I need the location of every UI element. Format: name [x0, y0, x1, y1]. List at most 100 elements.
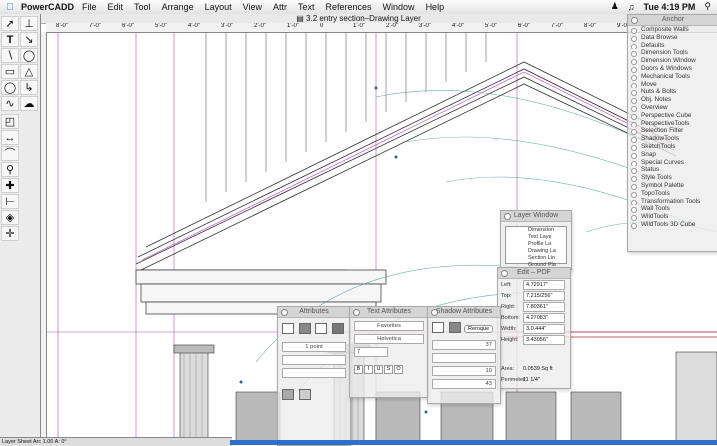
- anchor-item[interactable]: WildTools: [628, 213, 717, 221]
- user-icon[interactable]: ♟: [611, 1, 619, 12]
- app-menu[interactable]: PowerCADD: [21, 2, 74, 12]
- pen-color-swatch[interactable]: [298, 323, 311, 334]
- text-style-button[interactable]: B: [354, 365, 363, 374]
- pen-icon[interactable]: [282, 323, 294, 334]
- apple-icon[interactable]: : [3, 2, 17, 13]
- anchor-item[interactable]: Transformation Tools: [628, 198, 717, 206]
- fill-icon[interactable]: [315, 323, 328, 334]
- callout-tool-icon[interactable]: ◯: [20, 48, 38, 63]
- paint-bucket-icon[interactable]: ◈: [1, 210, 19, 225]
- menu-file[interactable]: File: [82, 2, 97, 12]
- line-tool-icon[interactable]: ∖: [1, 48, 19, 63]
- shadow-blur-slider[interactable]: 10: [432, 366, 496, 376]
- style-set-dropdown[interactable]: Favorites: [354, 321, 424, 331]
- anchor-item[interactable]: Defaults: [628, 42, 717, 50]
- anchor-item[interactable]: TopoTools: [628, 190, 717, 198]
- offset-tool-icon[interactable]: ⊢: [1, 194, 19, 209]
- text-style-button[interactable]: U: [374, 365, 383, 374]
- edit-field-input[interactable]: 4.72917": [523, 279, 565, 290]
- font-dropdown[interactable]: Helvetica: [354, 334, 424, 344]
- edit-field-input[interactable]: 7.215/256": [523, 290, 565, 301]
- volume-icon[interactable]: ♫: [628, 2, 635, 12]
- close-icon[interactable]: [431, 309, 438, 316]
- parallel-line-icon[interactable]: [282, 389, 294, 400]
- shadow-offset-slider[interactable]: 37: [432, 340, 496, 350]
- shadow-opacity-slider[interactable]: 43: [432, 379, 496, 389]
- arrow-style-dropdown[interactable]: [282, 368, 346, 378]
- snap-tool-icon[interactable]: ✚: [1, 178, 19, 193]
- close-icon[interactable]: [504, 213, 511, 220]
- layer-row[interactable]: Drawing La: [506, 248, 566, 255]
- menu-attr[interactable]: Attr: [273, 2, 287, 12]
- arrow-leader-tool-icon[interactable]: ↳: [20, 80, 38, 95]
- rectangle-tool-icon[interactable]: ▭: [1, 64, 19, 79]
- arrow-tool-icon[interactable]: ➚: [1, 16, 19, 31]
- close-icon[interactable]: [353, 309, 360, 316]
- wall-pattern-icon[interactable]: [298, 389, 311, 400]
- anchor-item[interactable]: WildTools 3D Cube: [628, 221, 717, 229]
- anchor-item[interactable]: Overview: [628, 104, 717, 112]
- anchor-item[interactable]: Snap: [628, 151, 717, 159]
- anchor-item[interactable]: Dimension Tools: [628, 49, 717, 58]
- menu-references[interactable]: References: [326, 2, 372, 12]
- menu-view[interactable]: View: [243, 2, 262, 12]
- reroque-button[interactable]: Reroque: [464, 324, 494, 333]
- triangle-tool-icon[interactable]: △: [20, 64, 38, 79]
- menu-help[interactable]: Help: [426, 2, 445, 12]
- edit-field-input[interactable]: 4.27083": [523, 312, 565, 323]
- shadow-angle-slider[interactable]: [432, 353, 496, 363]
- layer-row[interactable]: Section Lin: [506, 255, 566, 262]
- menu-edit[interactable]: Edit: [108, 2, 124, 12]
- clock[interactable]: Tue 4:19 PM: [644, 2, 696, 12]
- anchor-item[interactable]: PerspectiveTools: [628, 120, 717, 128]
- dimension-tool-icon[interactable]: ↔: [1, 130, 19, 145]
- anchor-item[interactable]: Composite Walls: [628, 26, 717, 34]
- text-style-button[interactable]: O: [394, 365, 403, 374]
- cloud-tool-icon[interactable]: ☁: [20, 96, 38, 111]
- close-icon[interactable]: [281, 309, 288, 316]
- anchor-item[interactable]: Obj. Notes: [628, 96, 717, 104]
- circle-tool-icon[interactable]: ◯: [1, 80, 19, 95]
- anchor-item[interactable]: Wall Tools: [628, 205, 717, 214]
- edit-field-input[interactable]: 7.80361": [523, 301, 565, 312]
- leader-tool-icon[interactable]: ↘: [20, 32, 38, 47]
- anchor-item[interactable]: Doors & Windows: [628, 65, 717, 73]
- layer-row[interactable]: Profile La: [506, 241, 566, 248]
- anchor-title[interactable]: Anchor: [628, 15, 717, 26]
- shadow-pen-icon[interactable]: [432, 322, 444, 333]
- bezier-tool-icon[interactable]: ∿: [1, 96, 19, 111]
- text-style-button[interactable]: I: [364, 365, 373, 374]
- text-tool-icon[interactable]: T: [1, 32, 19, 47]
- anchor-item[interactable]: Perspective Cube: [628, 112, 717, 120]
- anchor-item[interactable]: Status: [628, 166, 717, 175]
- zoom-tool-icon[interactable]: ⚲: [1, 162, 19, 177]
- anchor-item[interactable]: Selection Filter: [628, 127, 717, 136]
- anchor-item[interactable]: Mechanical Tools: [628, 73, 717, 81]
- edit-field-input[interactable]: 3.43056": [523, 334, 565, 345]
- anchor-item[interactable]: Nuts & Bolts: [628, 88, 717, 97]
- close-icon[interactable]: [631, 17, 638, 24]
- anchor-item[interactable]: Special Curves: [628, 159, 717, 167]
- anchor-item[interactable]: Symbol Palette: [628, 182, 717, 190]
- edit-field-input[interactable]: 3.0.444": [523, 323, 565, 334]
- text-style-button[interactable]: S: [384, 365, 393, 374]
- pen-size-dropdown[interactable]: 1 point: [282, 342, 346, 352]
- anchor-item[interactable]: Data Browse: [628, 34, 717, 42]
- menu-tool[interactable]: Tool: [134, 2, 151, 12]
- close-icon[interactable]: [501, 270, 508, 277]
- layer-row[interactable]: Dimension: [506, 227, 566, 234]
- anchor-item[interactable]: Move: [628, 81, 717, 89]
- line-style-dropdown[interactable]: [282, 355, 346, 365]
- crosshair-tool-icon[interactable]: ✛: [1, 226, 19, 241]
- layer-row[interactable]: Text Laye: [506, 234, 566, 241]
- menu-layout[interactable]: Layout: [205, 2, 232, 12]
- fill-pattern-swatch[interactable]: [331, 323, 344, 334]
- arc-tool-icon[interactable]: ⌒: [1, 146, 19, 161]
- menu-arrange[interactable]: Arrange: [162, 2, 194, 12]
- text-callout-tool-icon[interactable]: ⊥: [20, 16, 38, 31]
- anchor-item[interactable]: Style Tools: [628, 174, 717, 182]
- menu-text[interactable]: Text: [298, 2, 315, 12]
- anchor-item[interactable]: ShadowTools: [628, 135, 717, 143]
- polygon-tool-icon[interactable]: ◰: [1, 114, 19, 129]
- anchor-item[interactable]: Dimension Window: [628, 57, 717, 65]
